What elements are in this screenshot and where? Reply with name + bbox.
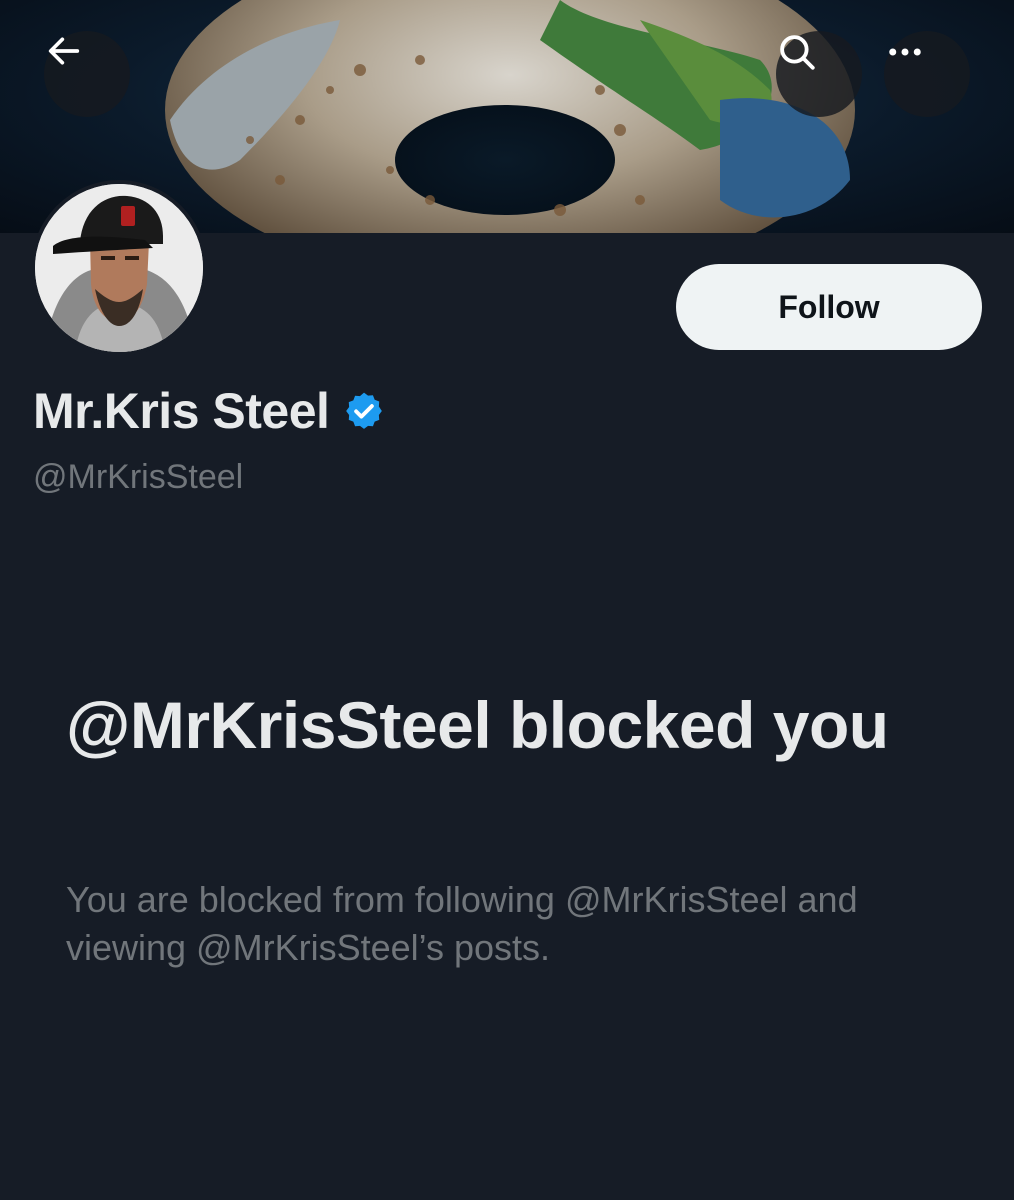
back-button[interactable] — [44, 31, 130, 117]
search-icon — [780, 35, 815, 70]
profile-name-row: Mr.Kris Steel — [33, 382, 385, 440]
verified-badge-icon[interactable] — [343, 390, 385, 432]
avatar-frame — [31, 180, 207, 356]
follow-button[interactable]: Follow — [676, 264, 982, 350]
search-button[interactable] — [776, 31, 862, 117]
arrow-left-icon — [48, 37, 80, 65]
avatar[interactable] — [35, 184, 203, 352]
blocked-title: @MrKrisSteel blocked you — [66, 688, 889, 762]
profile-handle: @MrKrisSteel — [33, 458, 244, 496]
blocked-description: You are blocked from following @MrKrisSt… — [66, 879, 858, 968]
more-options-button[interactable] — [884, 31, 970, 117]
avatar-image — [35, 184, 203, 352]
more-horizontal-icon — [889, 48, 921, 56]
display-name: Mr.Kris Steel — [33, 383, 330, 439]
